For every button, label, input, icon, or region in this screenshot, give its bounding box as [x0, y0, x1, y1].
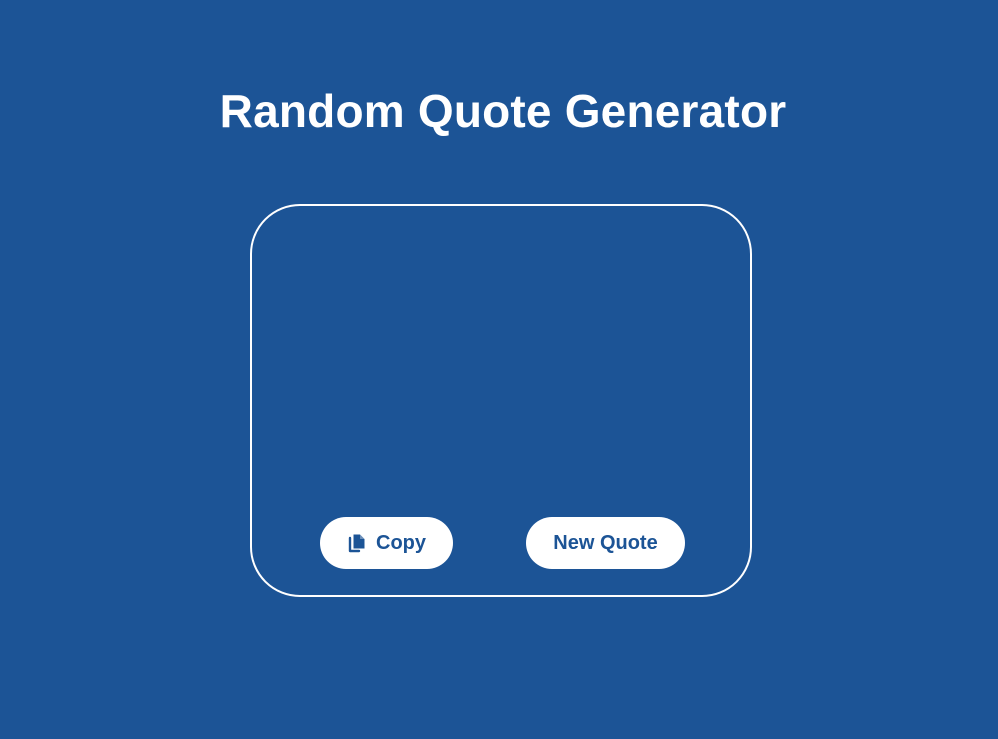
copy-button-label: Copy — [376, 531, 426, 554]
page-title: Random Quote Generator — [219, 85, 787, 137]
new-quote-button[interactable]: New Quote — [526, 517, 685, 569]
copy-icon — [347, 533, 367, 553]
copy-button[interactable]: Copy — [320, 517, 453, 569]
page: Random Quote Generator Copy New Quote — [0, 0, 998, 739]
new-quote-button-label: New Quote — [553, 531, 658, 554]
